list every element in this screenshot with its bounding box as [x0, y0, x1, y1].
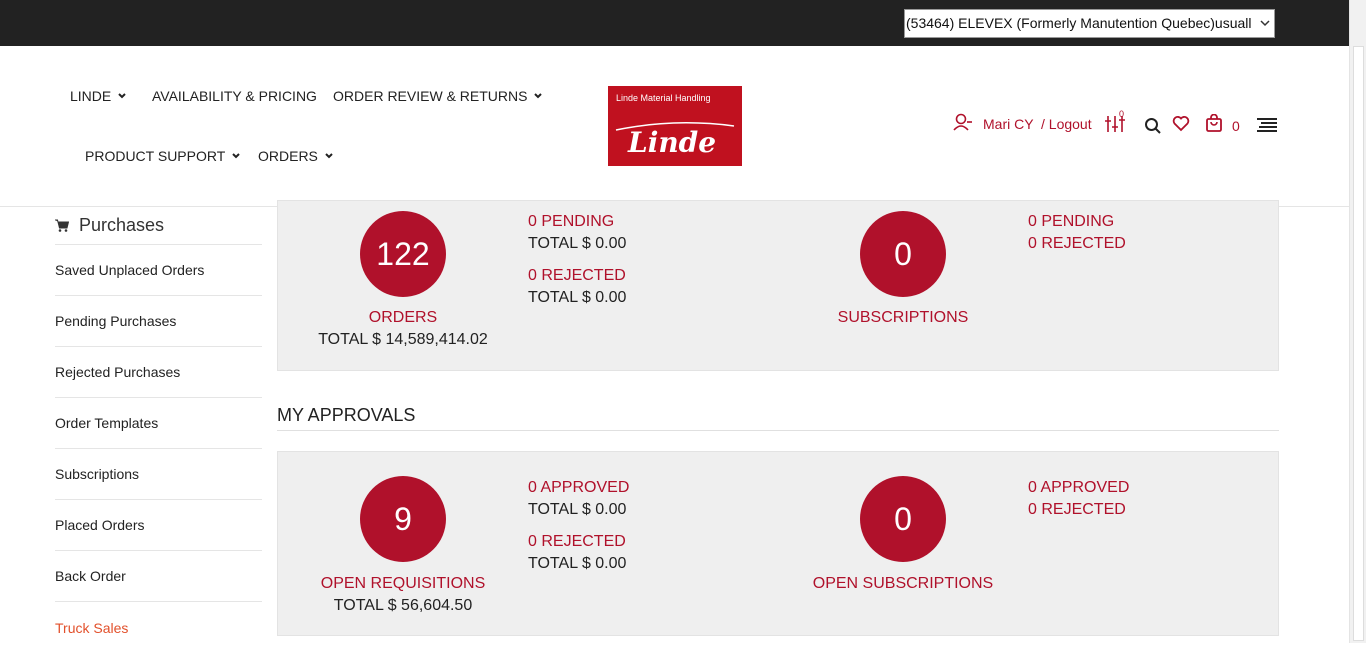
nav-linde[interactable]: LINDE	[70, 88, 127, 104]
sidebar-item-back-order[interactable]: Back Order	[55, 551, 262, 602]
open-subscriptions-label[interactable]: OPEN SUBSCRIPTIONS	[783, 575, 1023, 593]
user-icon[interactable]	[953, 113, 973, 136]
chevron-down-icon	[118, 93, 126, 99]
my-approvals-heading: MY APPROVALS	[277, 405, 1279, 431]
requisitions-label[interactable]: OPEN REQUISITIONS	[283, 575, 523, 593]
sidebar-item-truck-sales[interactable]: Truck Sales	[55, 602, 262, 653]
orders-total: TOTAL $ 14,589,414.02	[318, 331, 488, 348]
sidebar-item-saved-unplaced-orders[interactable]: Saved Unplaced Orders	[55, 245, 262, 296]
orders-rejected-total: TOTAL $ 0.00	[528, 289, 627, 306]
nav-product-support[interactable]: PRODUCT SUPPORT	[85, 148, 241, 164]
search-icon[interactable]	[1144, 117, 1162, 140]
cart-bag-icon[interactable]	[1205, 113, 1223, 137]
sidebar-item-order-templates[interactable]: Order Templates	[55, 398, 262, 449]
nav-linde-label: LINDE	[70, 88, 112, 104]
sidebar-item-rejected-purchases[interactable]: Rejected Purchases	[55, 347, 262, 398]
orders-pending-total: TOTAL $ 0.00	[528, 235, 627, 252]
nav-order-review-returns[interactable]: ORDER REVIEW & RETURNS	[333, 88, 543, 104]
subscriptions-count-circle[interactable]: 0	[860, 211, 946, 297]
nav-product-support-label: PRODUCT SUPPORT	[85, 148, 226, 164]
compare-count: 0	[1119, 109, 1125, 119]
sidebar-item-subscriptions[interactable]: Subscriptions	[55, 449, 262, 500]
purchases-summary-panel: 122 ORDERS TOTAL $ 14,589,414.02 0 PENDI…	[277, 200, 1279, 371]
requisitions-count-circle[interactable]: 9	[360, 476, 446, 562]
requisitions-rejected[interactable]: 0 REJECTED	[528, 533, 626, 551]
user-name-link[interactable]: Mari CY	[983, 116, 1034, 132]
requisitions-rejected-total: TOTAL $ 0.00	[528, 555, 627, 572]
open-subscriptions-count-circle[interactable]: 0	[860, 476, 946, 562]
subscriptions-rejected[interactable]: 0 REJECTED	[1028, 235, 1126, 253]
logout-link[interactable]: / Logout	[1041, 116, 1092, 132]
nav-availability-label: AVAILABILITY & PRICING	[152, 88, 317, 104]
orders-rejected[interactable]: 0 REJECTED	[528, 267, 626, 285]
nav-availability-pricing[interactable]: AVAILABILITY & PRICING	[152, 88, 317, 104]
subscriptions-pending[interactable]: 0 PENDING	[1028, 213, 1114, 231]
requisitions-total: TOTAL $ 56,604.50	[333, 597, 473, 614]
requisitions-approved[interactable]: 0 APPROVED	[528, 479, 629, 497]
logo-wordmark: Linde	[628, 126, 717, 159]
top-bar: (53464) ELEVEX (Formerly Manutention Que…	[0, 0, 1349, 46]
requisitions-approved-total: TOTAL $ 0.00	[528, 501, 627, 518]
chevron-down-icon	[232, 153, 240, 159]
sidebar-title: Purchases	[55, 207, 262, 245]
account-select-value: (53464) ELEVEX (Formerly Manutention Que…	[906, 15, 1252, 31]
wishlist-heart-icon[interactable]	[1172, 115, 1190, 137]
logo-tagline: Linde Material Handling	[616, 93, 711, 103]
purchases-sidebar: Purchases Saved Unplaced Orders Pending …	[55, 207, 262, 653]
sidebar-item-placed-orders[interactable]: Placed Orders	[55, 500, 262, 551]
open-subscriptions-rejected[interactable]: 0 REJECTED	[1028, 501, 1126, 519]
chevron-down-icon	[325, 153, 333, 159]
orders-count-circle[interactable]: 122	[360, 211, 446, 297]
sidebar-title-label: Purchases	[79, 215, 165, 235]
hamburger-menu-icon[interactable]	[1257, 117, 1277, 138]
cart-count: 0	[1232, 118, 1240, 134]
page-scrollbar[interactable]	[1349, 0, 1366, 643]
chevron-down-icon	[534, 93, 543, 99]
approvals-summary-panel: 9 OPEN REQUISITIONS TOTAL $ 56,604.50 0 …	[277, 451, 1279, 636]
scrollbar-thumb[interactable]	[1353, 46, 1364, 641]
orders-label[interactable]: ORDERS	[283, 309, 523, 327]
nav-orders[interactable]: ORDERS	[258, 148, 334, 164]
shopping-cart-icon	[55, 219, 69, 232]
orders-pending[interactable]: 0 PENDING	[528, 213, 614, 231]
nav-orders-label: ORDERS	[258, 148, 318, 164]
chevron-down-icon	[1260, 10, 1270, 37]
account-select[interactable]: (53464) ELEVEX (Formerly Manutention Que…	[904, 9, 1275, 38]
nav-order-review-label: ORDER REVIEW & RETURNS	[333, 88, 528, 104]
sidebar-item-pending-purchases[interactable]: Pending Purchases	[55, 296, 262, 347]
site-header: LINDE AVAILABILITY & PRICING ORDER REVIE…	[0, 46, 1349, 207]
subscriptions-label[interactable]: SUBSCRIPTIONS	[783, 309, 1023, 327]
open-subscriptions-approved[interactable]: 0 APPROVED	[1028, 479, 1129, 497]
linde-logo[interactable]: Linde Material Handling Linde	[608, 86, 742, 166]
